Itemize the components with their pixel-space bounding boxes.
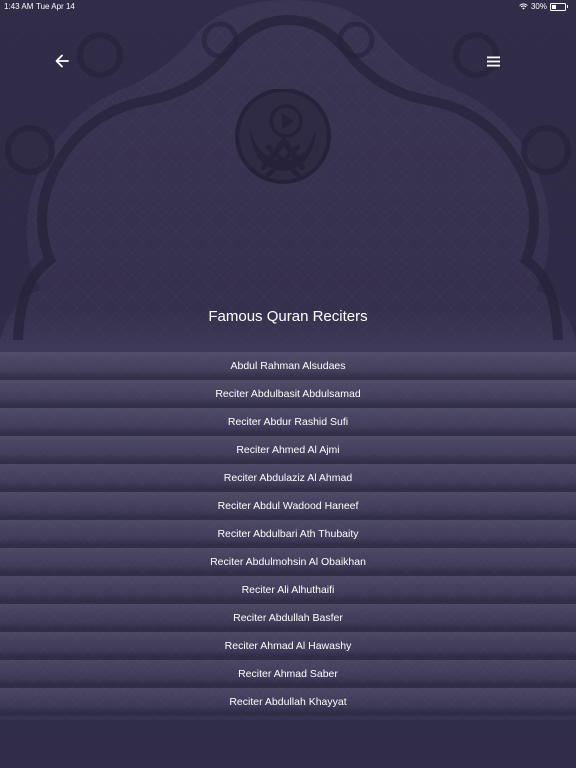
reciter-name-label: Reciter Abdul Wadood Haneef [217,500,359,512]
battery-percent: 30% [530,2,547,11]
reciter-name-label: Reciter Ahmed Al Ajmi [236,444,340,456]
battery-cap [567,5,568,8]
reciter-name-label: Abdul Rahman Alsudaes [230,360,346,372]
reciter-name-label: Reciter Ali Alhuthaifi [241,584,335,596]
reciter-name-label: Reciter Abdur Rashid Sufi [227,416,349,428]
reciter-list-item[interactable]: Reciter Abdulbari Ath Thubaity [0,520,576,548]
arrow-left-icon [55,54,69,68]
reciter-name-label: Reciter Abdullah Khayyat [229,696,347,708]
battery-icon [550,2,566,11]
reciter-name-label: Reciter Abdulmohsin Al Obaikhan [210,556,366,568]
reciter-list-item[interactable]: Reciter Abdulmohsin Al Obaikhan [0,548,576,576]
reciter-list-item[interactable]: Reciter Abdullah Basfer [0,604,576,632]
reciter-list-item[interactable]: Reciter Abdulaziz Al Ahmad [0,464,576,492]
reciter-list-item[interactable]: Reciter Abdul Wadood Haneef [0,492,576,520]
status-time: 1:43 AM [4,2,34,11]
reciter-list-item[interactable]: Reciter Abdulbasit Abdulsamad [0,380,576,408]
hamburger-menu-icon [486,56,500,66]
page-title: Famous Quran Reciters [208,308,368,325]
status-indicators: 30% [519,2,568,11]
reciter-name-label: Reciter Abdullah Basfer [233,612,343,624]
reciter-name-label: Reciter Abdulbari Ath Thubaity [217,528,359,540]
reciter-name-label: Reciter Ahmad Saber [238,668,338,680]
reciter-list-item[interactable]: Reciter Ahmad Saber [0,660,576,688]
reciter-list-item[interactable]: Reciter Abdullah Khayyat [0,688,576,716]
menu-button[interactable] [481,50,505,72]
battery-level-fill [552,4,556,9]
wifi-icon [519,3,528,10]
reciter-name-label: Reciter Abdulaziz Al Ahmad [223,472,353,484]
reciter-list-item[interactable]: Reciter Ahmed Al Ajmi [0,436,576,464]
reciter-list-item[interactable]: Reciter Ahmad Al Hawashy [0,632,576,660]
app-screen: 1:43 AM Tue Apr 14 30% Famous Quran Reci… [0,0,576,768]
reciter-list-item[interactable]: Abdul Rahman Alsudaes [0,352,576,380]
reciter-list-item[interactable]: Reciter Abdur Rashid Sufi [0,408,576,436]
status-date: Tue Apr 14 [36,2,75,11]
quran-play-logo-icon [235,89,331,184]
status-bar: 1:43 AM Tue Apr 14 30% [0,0,576,14]
reciter-name-label: Reciter Abdulbasit Abdulsamad [215,388,361,400]
back-button[interactable] [50,50,74,72]
reciter-list-item[interactable]: Reciter Ali Alhuthaifi [0,576,576,604]
reciter-name-label: Reciter Ahmad Al Hawashy [224,640,352,652]
reciter-list: Abdul Rahman Alsudaes Reciter Abdulbasit … [0,352,576,716]
